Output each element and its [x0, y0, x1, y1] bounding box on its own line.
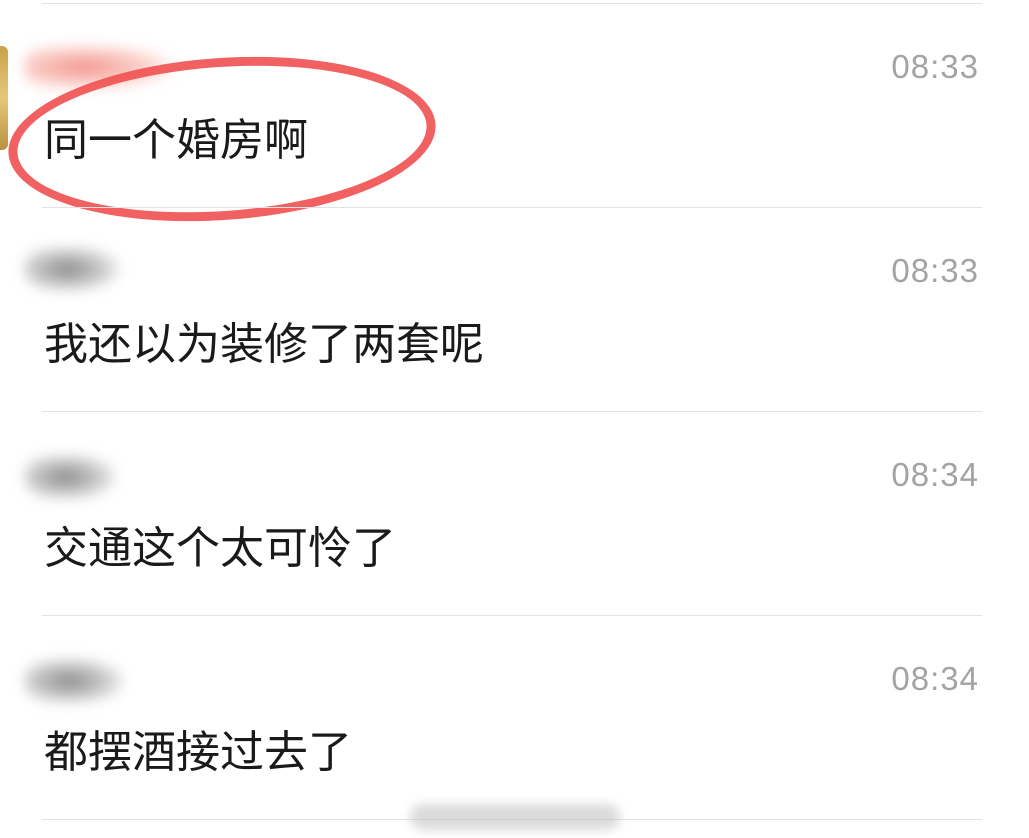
message-list: 08:33 同一个婚房啊 08:33 我还以为装修了两套呢 08:34 交通这个…	[0, 0, 1029, 838]
redacted-sender-name	[24, 454, 116, 500]
message-time: 08:33	[891, 48, 979, 85]
message-text: 都摆酒接过去了	[44, 727, 352, 778]
redacted-watermark	[410, 804, 620, 830]
message-text: 交通这个太可怜了	[44, 523, 396, 574]
message-time: 08:34	[891, 660, 979, 697]
message-time: 08:33	[891, 252, 979, 289]
redacted-sender-name	[24, 658, 124, 704]
message-time: 08:34	[891, 456, 979, 493]
redacted-sender-name	[24, 246, 120, 292]
list-item[interactable]: 08:34 交通这个太可怜了	[0, 412, 1029, 616]
list-item[interactable]: 08:34 都摆酒接过去了	[0, 616, 1029, 820]
list-item[interactable]: 08:33 我还以为装修了两套呢	[0, 208, 1029, 412]
message-text: 我还以为装修了两套呢	[44, 319, 484, 370]
